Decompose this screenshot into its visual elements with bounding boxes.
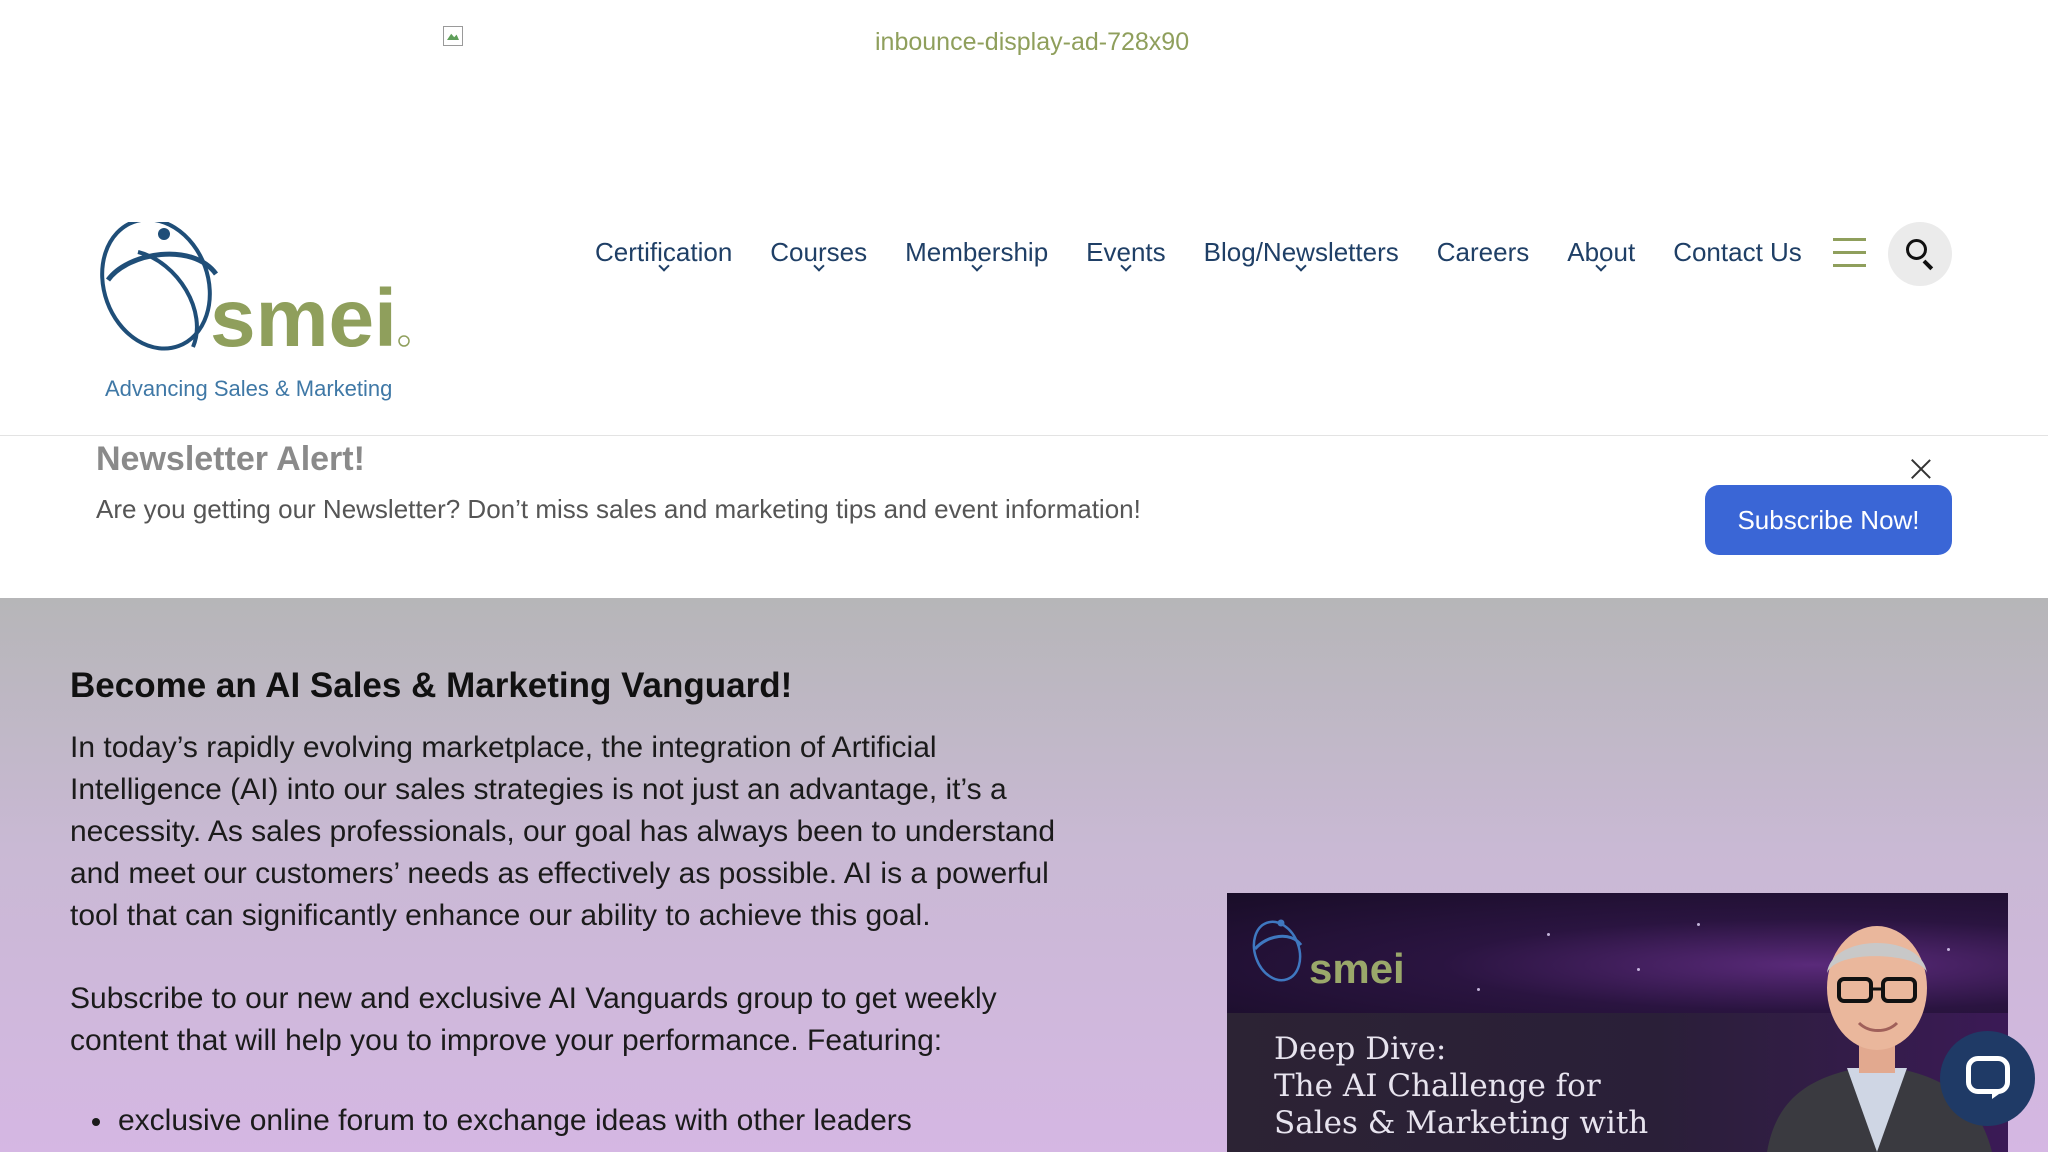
hero-section: Become an AI Sales & Marketing Vanguard!…	[0, 598, 2048, 1152]
chevron-down-icon	[1594, 262, 1608, 272]
hero-paragraph: Subscribe to our new and exclusive AI Va…	[70, 982, 997, 1057]
nav-label: Contact Us	[1673, 237, 1802, 267]
logo-wordmark: smei	[210, 273, 397, 362]
hamburger-menu-icon[interactable]	[1833, 238, 1866, 268]
alert-text: Are you getting our Newsletter? Don’t mi…	[96, 494, 1141, 524]
nav-item-certification[interactable]: Certification	[595, 236, 732, 272]
ad-banner[interactable]: inbounce-display-ad-728x90	[441, 24, 1201, 64]
hero-paragraph: In today’s rapidly evolving marketplace,…	[70, 731, 1056, 932]
nav-item-membership[interactable]: Membership	[905, 236, 1048, 272]
nav-item-about[interactable]: About	[1567, 236, 1635, 272]
close-icon[interactable]	[1910, 458, 1932, 480]
video-thumbnail[interactable]: smei Deep Dive: The AI Challenge for Sal…	[1227, 893, 2008, 1152]
nav-item-blog-newsletters[interactable]: Blog/Newsletters	[1204, 236, 1399, 272]
site-tagline: Advancing Sales & Marketing	[105, 376, 393, 401]
alert-title: Newsletter Alert!	[96, 440, 365, 478]
main-nav: Certification Courses Membership Events …	[595, 236, 1840, 272]
broken-image-icon	[441, 24, 467, 50]
feature-list: exclusive online forum to exchange ideas…	[88, 1100, 912, 1142]
nav-label: Careers	[1436, 237, 1530, 267]
chat-button[interactable]	[1940, 1031, 2035, 1126]
header-divider	[0, 435, 2048, 436]
smei-logo-icon: smei	[100, 222, 410, 362]
smei-logo-icon: smei	[1252, 919, 1405, 992]
nav-item-careers[interactable]: Careers	[1437, 236, 1529, 272]
video-title: Deep Dive: The AI Challenge for Sales & …	[1274, 1031, 1649, 1141]
search-button[interactable]	[1888, 222, 1952, 286]
search-icon	[1906, 239, 1927, 260]
chevron-down-icon	[1294, 262, 1308, 272]
nav-item-contact-us[interactable]: Contact Us	[1673, 236, 1802, 272]
chevron-down-icon	[657, 262, 671, 272]
chevron-down-icon	[970, 262, 984, 272]
chevron-down-icon	[812, 262, 826, 272]
subscribe-now-button[interactable]: Subscribe Now!	[1705, 485, 1952, 555]
chevron-down-icon	[1119, 262, 1133, 272]
hero-heading: Become an AI Sales & Marketing Vanguard!	[70, 666, 793, 705]
ad-alt-text: inbounce-display-ad-728x90	[875, 28, 1190, 56]
nav-item-courses[interactable]: Courses	[770, 236, 867, 272]
list-item: exclusive online forum to exchange ideas…	[88, 1100, 912, 1142]
nav-item-events[interactable]: Events	[1086, 236, 1166, 272]
video-logo-wordmark: smei	[1309, 945, 1405, 992]
site-logo[interactable]: smei	[98, 222, 418, 362]
